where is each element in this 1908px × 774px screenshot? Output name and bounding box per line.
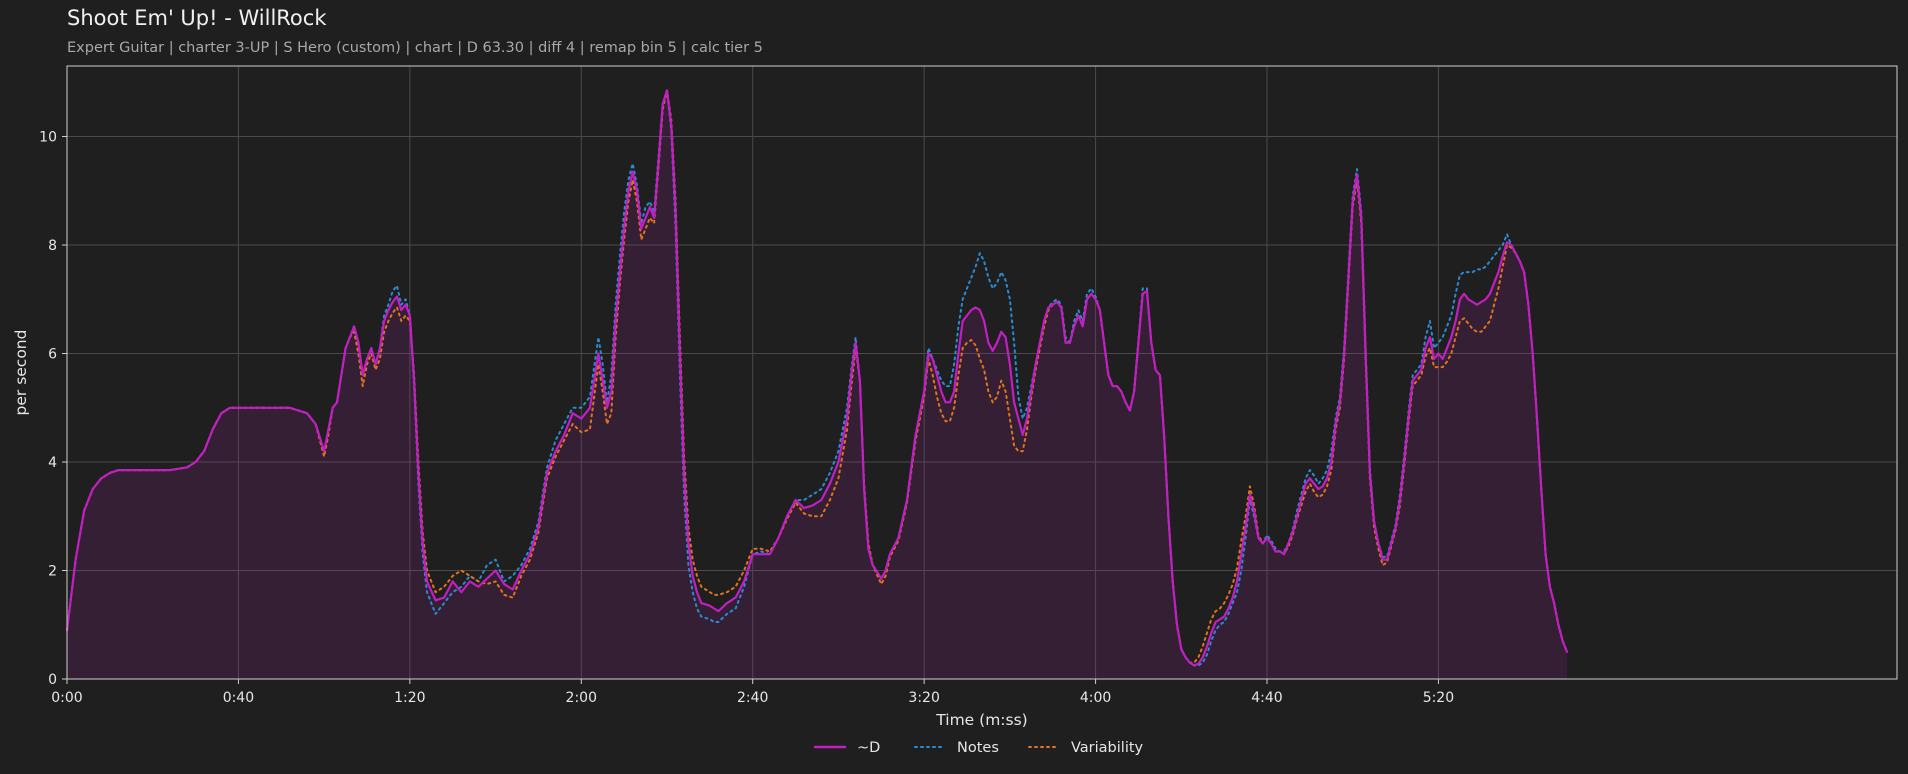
y-tick-label: 10 [39, 130, 57, 146]
chart-figure: Shoot Em' Up! - WillRock Expert Guitar |… [0, 0, 1908, 774]
y-tick-label: 4 [48, 455, 57, 471]
x-tick-label: 2:40 [737, 690, 768, 706]
x-tick-label: 5:20 [1423, 690, 1454, 706]
y-axis-label: per second [12, 330, 30, 416]
x-tick-label: 0:00 [51, 690, 82, 706]
x-tick-label: 0:40 [223, 690, 254, 706]
y-tick-label: 0 [48, 672, 57, 688]
y-tick-label: 6 [48, 347, 57, 363]
y-tick-label: 2 [48, 564, 57, 580]
x-axis-label: Time (m:ss) [935, 711, 1027, 729]
legend-label-notes: Notes [957, 740, 999, 756]
x-tick-label: 4:40 [1251, 690, 1282, 706]
x-tick-label: 3:20 [908, 690, 939, 706]
chart-canvas: 0:00 0:40 1:20 2:00 2:40 3:20 4:00 4:40 5:20 0 2 4 6… [12, 65, 1898, 756]
legend-label-variability: Variability [1071, 740, 1144, 756]
x-tick-label: 2:00 [566, 690, 597, 706]
legend-label-d: ~D [857, 740, 880, 756]
x-tick-label: 4:00 [1080, 690, 1111, 706]
y-tick-label: 8 [48, 238, 57, 254]
x-tick-label: 1:20 [394, 690, 425, 706]
